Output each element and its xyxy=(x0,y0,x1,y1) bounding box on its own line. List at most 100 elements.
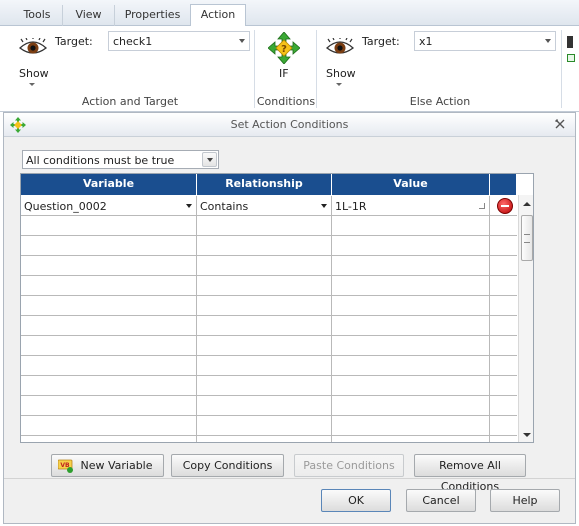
else-show-label[interactable]: Show xyxy=(326,67,356,80)
variable-select[interactable]: Question_0002 xyxy=(21,196,197,216)
group-label-conditions: Conditions xyxy=(256,95,316,108)
svg-text:?: ? xyxy=(281,44,287,55)
grid-cell[interactable] xyxy=(197,316,332,336)
ribbon-overflow-icon-2[interactable] xyxy=(567,54,575,62)
grid-cell[interactable] xyxy=(21,296,197,316)
grid-cell[interactable] xyxy=(197,416,332,436)
grid-cell[interactable] xyxy=(21,356,197,376)
grid-cell[interactable] xyxy=(197,376,332,396)
grid-cell[interactable] xyxy=(21,436,197,442)
show-eye-icon[interactable] xyxy=(18,38,48,58)
grid-cell[interactable] xyxy=(332,316,490,336)
grid-cell[interactable] xyxy=(197,256,332,276)
grid-cell xyxy=(490,376,517,396)
group-divider xyxy=(316,30,317,108)
grid-cell[interactable] xyxy=(21,316,197,336)
tab-tools[interactable]: Tools xyxy=(12,5,62,26)
else-show-eye-icon[interactable] xyxy=(325,38,355,58)
grid-cell[interactable] xyxy=(332,416,490,436)
grid-cell xyxy=(490,216,517,236)
grid-cell[interactable] xyxy=(197,436,332,442)
grid-cell[interactable] xyxy=(332,336,490,356)
action-target-combo[interactable]: check1 xyxy=(108,31,250,51)
grid-cell xyxy=(490,416,517,436)
grid-cell[interactable] xyxy=(197,356,332,376)
close-icon[interactable] xyxy=(553,117,567,131)
show-dropdown-arrow-icon[interactable] xyxy=(29,83,35,86)
dialog-title: Set Action Conditions xyxy=(230,118,349,131)
action-target-value: check1 xyxy=(113,35,153,48)
condition-row-empty xyxy=(21,216,517,236)
grid-cell[interactable] xyxy=(332,256,490,276)
grid-cell xyxy=(490,236,517,256)
grid-cell[interactable] xyxy=(332,276,490,296)
tab-view[interactable]: View xyxy=(62,5,114,26)
column-header-variable: Variable xyxy=(21,174,197,195)
grid-cell[interactable] xyxy=(21,396,197,416)
grid-cell[interactable] xyxy=(21,216,197,236)
value-field[interactable]: 1L-1R xyxy=(332,196,490,216)
new-variable-button[interactable]: VB New Variable xyxy=(51,454,164,477)
column-header-value: Value xyxy=(332,174,490,195)
ribbon-overflow-icon[interactable] xyxy=(567,36,573,48)
grid-cell[interactable] xyxy=(197,296,332,316)
grid-cell xyxy=(490,336,517,356)
dialog-titlebar: Set Action Conditions xyxy=(4,113,575,137)
condition-value: 1L-1R xyxy=(335,200,367,213)
grid-cell[interactable] xyxy=(332,436,490,442)
chevron-down-icon xyxy=(321,204,327,208)
grid-cell[interactable] xyxy=(332,236,490,256)
cancel-button[interactable]: Cancel xyxy=(406,489,476,512)
grid-cell[interactable] xyxy=(197,216,332,236)
remove-all-conditions-button[interactable]: Remove All Conditions xyxy=(414,454,526,493)
action-show-label[interactable]: Show xyxy=(19,67,49,80)
scroll-thumb[interactable] xyxy=(521,215,533,261)
help-button[interactable]: Help xyxy=(490,489,560,512)
grid-cell[interactable] xyxy=(197,396,332,416)
grid-cell[interactable] xyxy=(21,336,197,356)
paste-conditions-button[interactable]: Paste Conditions xyxy=(294,454,404,477)
grid-cell[interactable] xyxy=(197,336,332,356)
grid-cell[interactable] xyxy=(332,356,490,376)
grid-cell[interactable] xyxy=(332,216,490,236)
scroll-down-icon[interactable] xyxy=(523,433,531,437)
condition-mode-select[interactable]: All conditions must be true xyxy=(22,150,219,169)
dialog-divider xyxy=(4,478,575,479)
grid-cell[interactable] xyxy=(21,236,197,256)
condition-row-empty xyxy=(21,316,517,336)
grid-cell[interactable] xyxy=(197,276,332,296)
grid-cell[interactable] xyxy=(197,236,332,256)
new-variable-icon: VB xyxy=(58,459,73,473)
relationship-value: Contains xyxy=(200,200,249,213)
grid-cell[interactable] xyxy=(21,376,197,396)
condition-row-empty xyxy=(21,296,517,316)
group-label-action-and-target: Action and Target xyxy=(81,95,179,108)
grid-cell[interactable] xyxy=(332,296,490,316)
else-target-combo[interactable]: x1 xyxy=(414,31,556,51)
tab-properties[interactable]: Properties xyxy=(114,5,190,26)
grid-scrollbar[interactable] xyxy=(518,195,533,442)
chevron-down-icon[interactable] xyxy=(202,152,217,167)
else-target-value: x1 xyxy=(419,35,433,48)
remove-condition-icon[interactable] xyxy=(497,198,513,214)
if-conditions-icon[interactable]: ? xyxy=(268,32,300,64)
grid-cell[interactable] xyxy=(332,376,490,396)
grid-cell xyxy=(490,396,517,416)
condition-row-empty xyxy=(21,396,517,416)
scroll-up-icon[interactable] xyxy=(523,202,531,206)
if-label[interactable]: IF xyxy=(279,67,289,80)
ok-button[interactable]: OK xyxy=(321,489,391,512)
grid-cell[interactable] xyxy=(21,276,197,296)
relationship-select[interactable]: Contains xyxy=(197,196,332,216)
tab-action[interactable]: Action xyxy=(190,4,246,27)
chevron-down-icon xyxy=(239,39,245,43)
group-divider xyxy=(561,30,562,108)
grid-cell[interactable] xyxy=(21,256,197,276)
grid-cell[interactable] xyxy=(332,396,490,416)
condition-row-empty xyxy=(21,356,517,376)
chevron-down-icon xyxy=(186,204,192,208)
grid-cell[interactable] xyxy=(21,416,197,436)
else-show-dropdown-arrow-icon[interactable] xyxy=(336,83,342,86)
resize-grip-icon xyxy=(479,203,485,209)
copy-conditions-button[interactable]: Copy Conditions xyxy=(171,454,284,477)
